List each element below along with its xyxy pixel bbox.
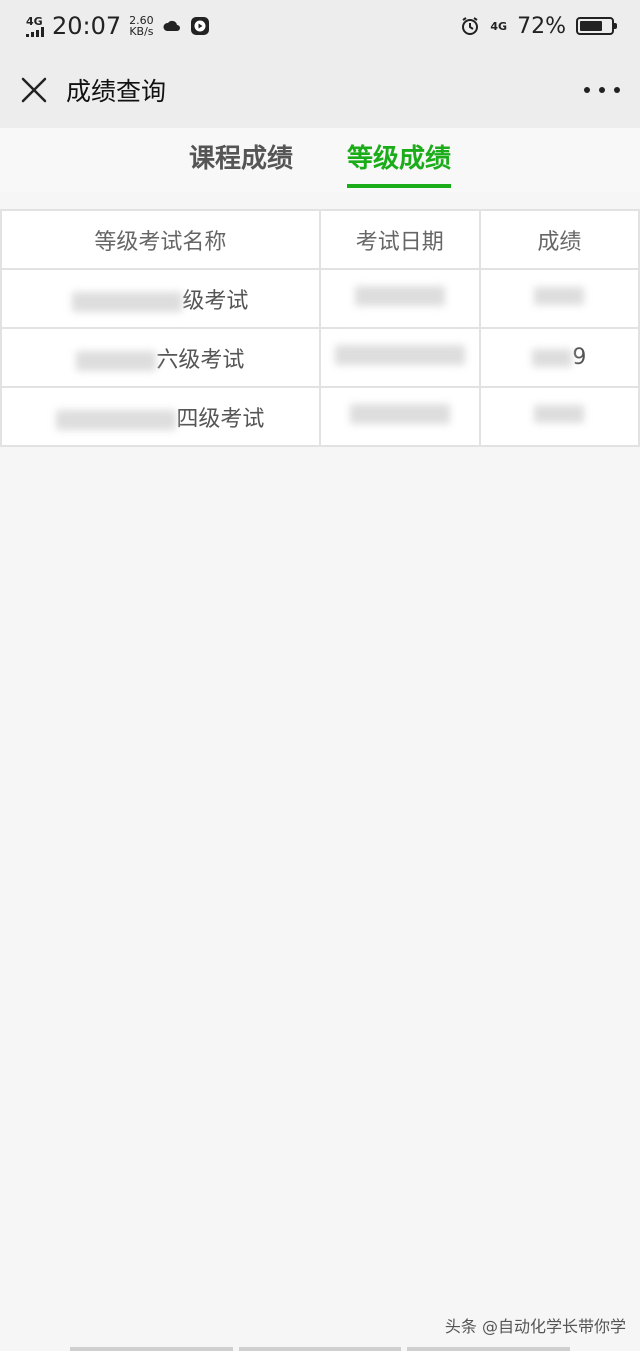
- exam-date-cell: [318, 268, 481, 329]
- network-speed: 2.60 KB/s: [129, 14, 154, 38]
- table-row[interactable]: 四级考试: [0, 386, 640, 447]
- exam-name-cell: 六级考试: [0, 327, 321, 388]
- battery-icon: [576, 17, 617, 35]
- play-icon: [190, 17, 209, 35]
- cloud-icon: [163, 20, 180, 31]
- tab-bar: 课程成绩 等级成绩: [0, 128, 640, 192]
- more-options-icon[interactable]: [584, 76, 620, 104]
- header-score: 成绩: [478, 209, 640, 270]
- tab-level-grades[interactable]: 等级成绩: [347, 128, 452, 192]
- page-title: 成绩查询: [66, 77, 167, 106]
- clock: 20:07: [52, 12, 122, 40]
- bottom-strip: [70, 1347, 571, 1351]
- network-type: 4G: [26, 14, 43, 28]
- header-exam-date: 考试日期: [318, 209, 481, 270]
- close-icon[interactable]: [20, 76, 48, 104]
- exam-name-cell: 四级考试: [0, 386, 321, 447]
- table-row[interactable]: 级考试: [0, 268, 640, 329]
- nav-bar: 成绩查询: [0, 52, 640, 128]
- watermark: 头条 @自动化学长带你学: [444, 1317, 626, 1336]
- header-exam-name: 等级考试名称: [0, 209, 321, 270]
- exam-date-cell: [318, 327, 481, 388]
- score-cell: [478, 386, 640, 447]
- alarm-icon: [462, 17, 479, 35]
- exam-date-cell: [318, 386, 481, 447]
- status-bar: 4G 20:07 2.60 KB/s 4G 72%: [0, 0, 640, 52]
- tab-course-grades[interactable]: 课程成绩: [189, 128, 293, 192]
- exam-name-cell: 级考试: [0, 268, 321, 329]
- battery-percent: 72%: [517, 13, 566, 39]
- score-cell: 9: [478, 327, 640, 388]
- grade-table: 等级考试名称 考试日期 成绩 级考试 六级考试 9 四级考试: [0, 209, 640, 447]
- table-row[interactable]: 六级考试 9: [0, 327, 640, 388]
- table-header-row: 等级考试名称 考试日期 成绩: [0, 209, 640, 270]
- signal-icon: 4G: [26, 16, 44, 37]
- network-type-right: 4G: [490, 19, 508, 33]
- score-cell: [478, 268, 640, 329]
